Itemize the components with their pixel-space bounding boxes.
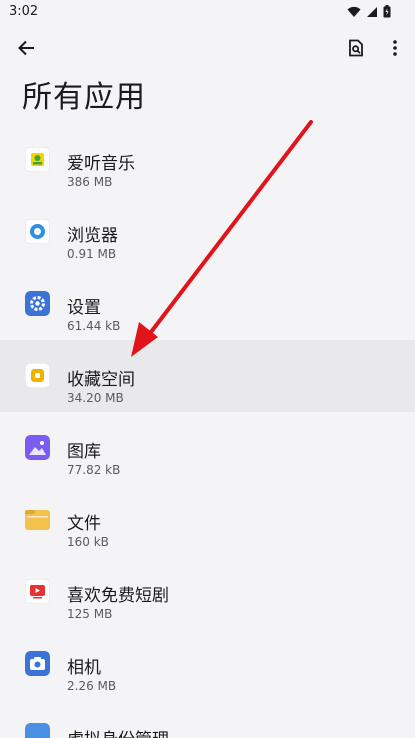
- folder-icon: [25, 507, 50, 532]
- back-arrow-icon: [18, 40, 34, 56]
- app-size: 34.20 MB: [67, 391, 124, 405]
- app-name: 相机: [67, 658, 101, 678]
- back-button[interactable]: [10, 32, 42, 64]
- camera-icon: [25, 651, 50, 676]
- page-title: 所有应用: [22, 80, 146, 115]
- signal-icon: [367, 6, 377, 17]
- battery-icon: [383, 5, 391, 18]
- collection-app-icon: [25, 363, 50, 388]
- list-item[interactable]: 设置 61.44 kB: [0, 268, 415, 340]
- app-name: 虚拟身份管理: [67, 725, 169, 738]
- app-size: 2.26 MB: [67, 679, 117, 693]
- app-name: 设置: [67, 298, 101, 318]
- app-name: 浏览器: [67, 226, 118, 246]
- identity-app-icon: [25, 723, 50, 738]
- status-icons: [347, 5, 391, 18]
- more-options-button[interactable]: [379, 32, 411, 64]
- search-apps-button[interactable]: [340, 32, 372, 64]
- app-bar: [0, 24, 415, 72]
- wifi-icon: [347, 6, 361, 17]
- app-size: 160 kB: [67, 535, 109, 549]
- list-item[interactable]: 图库 77.82 kB: [0, 412, 415, 484]
- list-item[interactable]: 文件 160 kB: [0, 484, 415, 556]
- drama-app-icon: [25, 579, 50, 604]
- settings-gear-icon: [25, 291, 50, 316]
- app-name: 爱听音乐: [67, 154, 135, 174]
- app-name: 喜欢免费短剧: [67, 586, 169, 606]
- app-name: 收藏空间: [67, 370, 135, 390]
- app-size: 77.82 kB: [67, 463, 121, 477]
- status-time: 3:02: [9, 4, 39, 19]
- music-app-icon: [25, 147, 50, 172]
- app-name: 图库: [67, 442, 101, 462]
- app-name: 文件: [67, 514, 101, 534]
- list-item[interactable]: 喜欢免费短剧 125 MB: [0, 556, 415, 628]
- document-search-icon: [349, 39, 363, 57]
- list-item[interactable]: 相机 2.26 MB: [0, 628, 415, 700]
- browser-app-icon: [25, 219, 50, 244]
- list-item[interactable]: 爱听音乐 386 MB: [0, 124, 415, 196]
- app-size: 61.44 kB: [67, 319, 121, 333]
- app-size: 0.91 MB: [67, 247, 117, 261]
- gallery-app-icon: [25, 435, 50, 460]
- list-item[interactable]: 浏览器 0.91 MB: [0, 196, 415, 268]
- list-item[interactable]: 虚拟身份管理: [0, 700, 415, 738]
- status-bar: 3:02: [0, 0, 415, 24]
- app-size: 386 MB: [67, 175, 113, 189]
- app-size: 125 MB: [67, 607, 113, 621]
- more-vert-icon: [393, 40, 397, 56]
- app-list: 爱听音乐 386 MB 浏览器 0.91 MB 设置 61.44 kB 收藏空间…: [0, 124, 415, 738]
- list-item[interactable]: 收藏空间 34.20 MB: [0, 340, 415, 412]
